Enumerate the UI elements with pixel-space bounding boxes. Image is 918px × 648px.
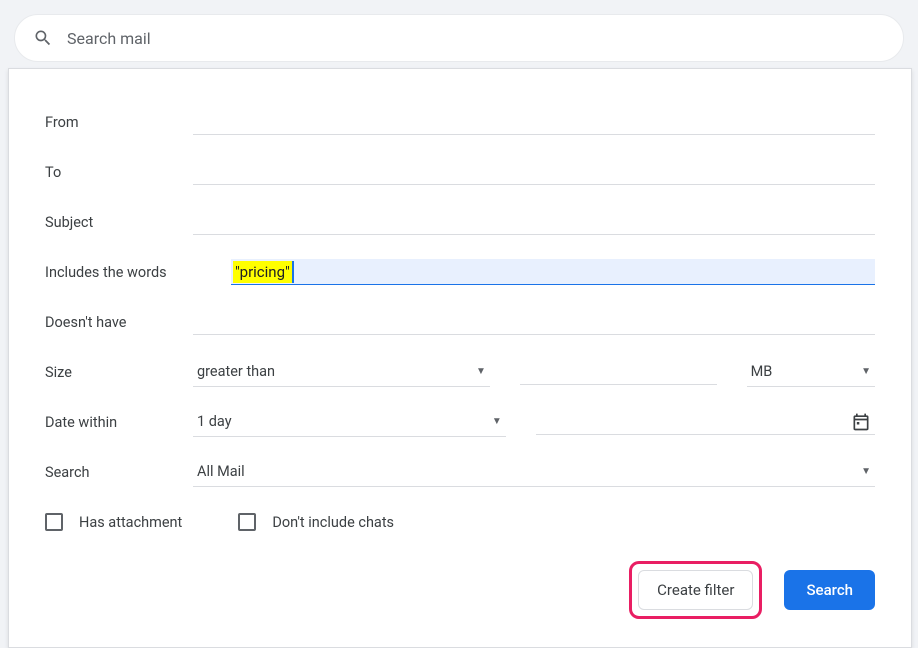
dropdown-icon: ▼	[861, 366, 871, 377]
calendar-icon	[851, 412, 871, 432]
search-options-panel: From To Subject Includes the words "pric…	[8, 68, 912, 648]
search-scope-select[interactable]: All Mail ▼	[193, 457, 875, 487]
subject-input[interactable]	[193, 209, 875, 235]
from-label: From	[45, 114, 193, 131]
search-input[interactable]	[67, 29, 885, 48]
doesnt-have-label: Doesn't have	[45, 314, 193, 331]
dropdown-icon: ▼	[492, 416, 502, 427]
to-label: To	[45, 164, 193, 181]
search-scope-label: Search	[45, 464, 193, 481]
checkbox-icon	[238, 513, 256, 531]
search-button[interactable]: Search	[784, 570, 875, 610]
date-picker[interactable]	[536, 409, 875, 435]
size-unit-select[interactable]: MB ▼	[747, 357, 875, 387]
search-icon	[33, 28, 53, 48]
includes-value: "pricing"	[233, 261, 294, 283]
create-filter-button[interactable]: Create filter	[638, 570, 753, 610]
size-label: Size	[45, 364, 193, 381]
includes-input[interactable]: "pricing"	[231, 259, 875, 285]
size-value-input[interactable]	[520, 359, 717, 385]
has-attachment-check[interactable]: Has attachment	[45, 513, 182, 531]
create-filter-highlight: Create filter	[629, 561, 762, 619]
dropdown-icon: ▼	[476, 366, 486, 377]
doesnt-have-input[interactable]	[193, 309, 875, 335]
to-input[interactable]	[193, 159, 875, 185]
checkbox-icon	[45, 513, 63, 531]
date-within-label: Date within	[45, 414, 193, 431]
subject-label: Subject	[45, 214, 193, 231]
date-range-select[interactable]: 1 day ▼	[193, 407, 506, 437]
search-bar[interactable]	[14, 14, 904, 62]
from-input[interactable]	[193, 109, 875, 135]
includes-label: Includes the words	[45, 264, 231, 281]
size-operator-select[interactable]: greater than ▼	[193, 357, 490, 387]
dropdown-icon: ▼	[861, 466, 871, 477]
exclude-chats-check[interactable]: Don't include chats	[238, 513, 394, 531]
